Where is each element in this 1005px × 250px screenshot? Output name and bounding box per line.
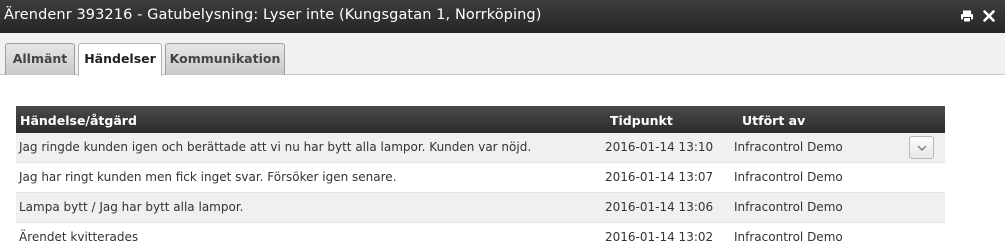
event-performed-by: Infracontrol Demo <box>734 170 843 184</box>
window-titlebar: Ärendenr 393216 - Gatubelysning: Lyser i… <box>0 0 1005 33</box>
table-row[interactable]: Jag har ringt kunden men fick inget svar… <box>16 163 945 193</box>
table-row[interactable]: Lampa bytt / Jag har bytt alla lampor. 2… <box>16 193 945 223</box>
event-performed-by: Infracontrol Demo <box>734 200 843 214</box>
column-header-event[interactable]: Händelse/åtgärd <box>20 113 137 128</box>
window-title: Ärendenr 393216 - Gatubelysning: Lyser i… <box>4 7 542 23</box>
chevron-down-icon <box>917 145 927 151</box>
event-time: 2016-01-14 13:07 <box>605 170 714 184</box>
event-performed-by: Infracontrol Demo <box>734 230 843 244</box>
tab-handelser[interactable]: Händelser <box>78 43 162 76</box>
event-text: Jag har ringt kunden men fick inget svar… <box>19 170 397 184</box>
events-table-body: Jag ringde kunden igen och berättade att… <box>16 133 945 250</box>
event-text: Lampa bytt / Jag har bytt alla lampor. <box>19 200 244 214</box>
event-text: Jag ringde kunden igen och berättade att… <box>19 140 532 154</box>
print-icon[interactable] <box>960 8 976 24</box>
column-header-time[interactable]: Tidpunkt <box>610 113 673 128</box>
tab-kommunikation[interactable]: Kommunikation <box>165 43 285 75</box>
event-text: Ärendet kvitterades <box>19 230 139 244</box>
event-performed-by: Infracontrol Demo <box>734 140 843 154</box>
close-icon[interactable] <box>982 8 998 24</box>
events-panel: Händelse/åtgärd Tidpunkt Utfört av Jag r… <box>0 76 1005 250</box>
tab-allmant[interactable]: Allmänt <box>5 43 75 75</box>
event-time: 2016-01-14 13:02 <box>605 230 714 244</box>
row-expand-button[interactable] <box>909 136 934 159</box>
event-time: 2016-01-14 13:06 <box>605 200 714 214</box>
table-row[interactable]: Ärendet kvitterades 2016-01-14 13:02 Inf… <box>16 223 945 250</box>
table-row[interactable]: Jag ringde kunden igen och berättade att… <box>16 133 945 163</box>
tab-bar: Allmänt Händelser Kommunikation <box>0 33 1005 76</box>
events-table-header: Händelse/åtgärd Tidpunkt Utfört av <box>16 106 945 133</box>
column-header-performed-by[interactable]: Utfört av <box>742 113 805 128</box>
event-time: 2016-01-14 13:10 <box>605 140 714 154</box>
